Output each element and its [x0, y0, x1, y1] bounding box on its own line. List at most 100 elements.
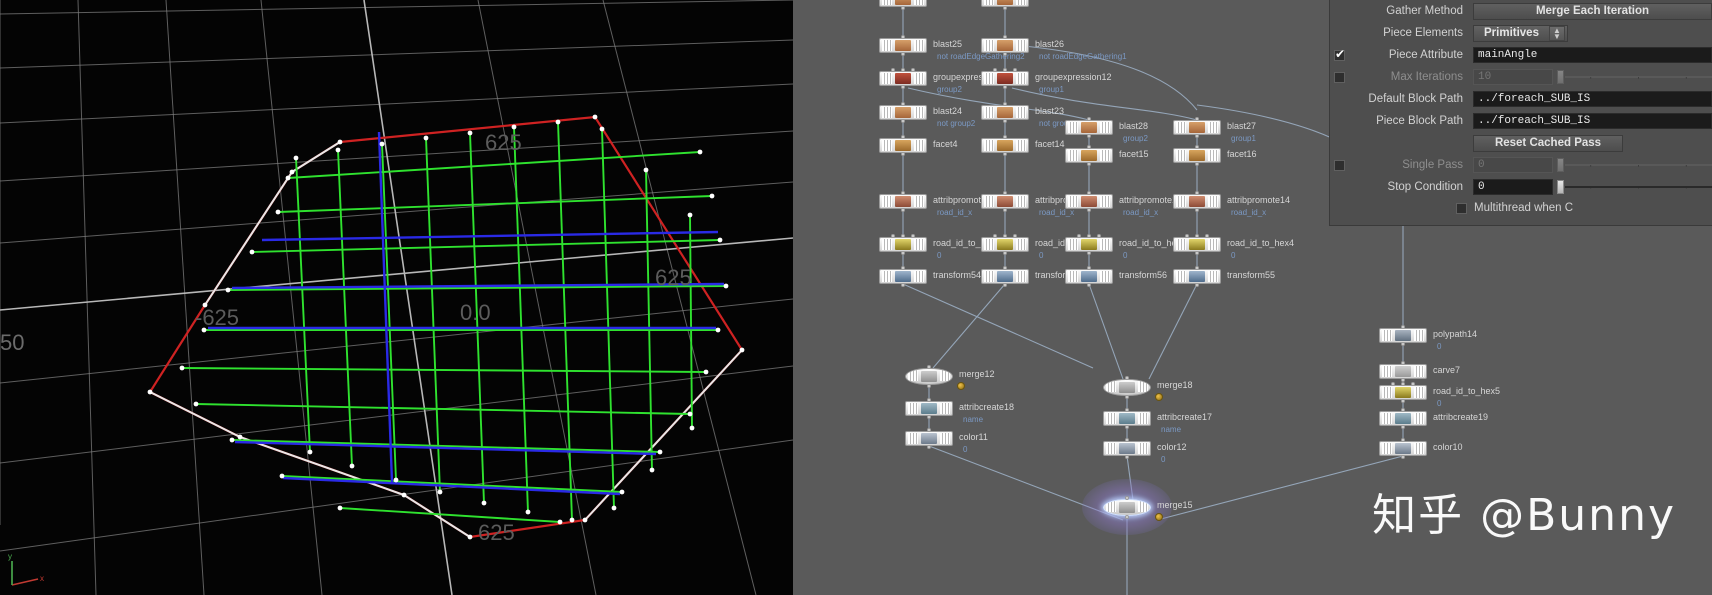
node-input-connector[interactable] — [1401, 361, 1405, 365]
multithread-row[interactable]: Multithread when C — [1330, 198, 1712, 218]
node-left-flags[interactable] — [882, 0, 892, 5]
node-output-connector[interactable] — [1195, 283, 1199, 287]
parm-field-single_pass[interactable]: 0 — [1473, 157, 1553, 173]
node-right-flags[interactable] — [1100, 122, 1110, 133]
node-attribcreate19[interactable]: attribcreate19 — [1379, 408, 1488, 429]
node-right-flags[interactable] — [1414, 330, 1424, 341]
node-input-connector[interactable] — [1401, 382, 1405, 386]
node-input-connector[interactable] — [901, 191, 905, 195]
node-left-flags[interactable] — [1068, 150, 1078, 161]
node-output-connector[interactable] — [1003, 251, 1007, 255]
node-output-connector[interactable] — [1401, 425, 1405, 429]
node-left-flags[interactable] — [984, 239, 994, 250]
node-groupexpression13[interactable]: groupexpression13 group2 — [879, 68, 1010, 94]
node-output-connector[interactable] — [901, 85, 905, 89]
node-left-flags[interactable] — [1068, 239, 1078, 250]
node-left-flags[interactable] — [1106, 413, 1116, 424]
node-right-flags[interactable] — [1208, 150, 1218, 161]
node-left-flags[interactable] — [984, 107, 994, 118]
node-body[interactable] — [1173, 194, 1221, 209]
parm-checkbox-single_pass[interactable] — [1334, 159, 1345, 171]
node-right-flags[interactable] — [1100, 196, 1110, 207]
node-input-connector[interactable] — [1087, 191, 1091, 195]
node-input-connector[interactable] — [901, 102, 905, 106]
node-right-flags[interactable] — [1016, 271, 1026, 282]
node-attribcreate18[interactable]: attribcreate18 name — [905, 398, 1014, 424]
node-body[interactable] — [1379, 364, 1427, 379]
node-output-connector[interactable] — [901, 52, 905, 56]
node-attribpromote12[interactable]: attribpromote12 road_id_x — [1065, 191, 1182, 217]
parm-row-stop_condition[interactable]: Stop Condition 0 ' ' ' — [1330, 176, 1712, 198]
chevron-updown-icon[interactable]: ▲ ▼ — [1548, 25, 1565, 41]
node-input-connector[interactable] — [927, 398, 931, 402]
node-output-connector[interactable] — [1195, 251, 1199, 255]
node-input-connector[interactable] — [911, 68, 915, 72]
node-merge12[interactable]: merge12 — [905, 365, 995, 390]
node-transform54[interactable]: transform54 — [879, 266, 981, 287]
node-blast27[interactable]: blast27 group1 — [1173, 117, 1256, 143]
node-input-connector[interactable] — [1401, 408, 1405, 412]
node-body[interactable] — [879, 138, 927, 153]
node-body[interactable] — [905, 401, 953, 416]
slider-handle[interactable] — [1557, 180, 1564, 194]
node-left-flags[interactable] — [1068, 271, 1078, 282]
node-output-connector[interactable] — [1087, 134, 1091, 138]
parm-button-reset_cached_pass[interactable]: Reset Cached Pass — [1473, 134, 1623, 152]
node-output-connector[interactable] — [901, 208, 905, 212]
node-warning-badge[interactable] — [1155, 513, 1163, 521]
node-output-connector[interactable] — [1003, 283, 1007, 287]
node-facet4[interactable]: facet4 — [879, 135, 958, 156]
node-input-connector[interactable] — [1003, 266, 1007, 270]
node-facet16[interactable]: facet16 — [1173, 145, 1257, 166]
node-output-connector[interactable] — [927, 415, 931, 419]
node-right-flags[interactable] — [1100, 239, 1110, 250]
parm-row-piece_elements[interactable]: Piece Elements Primitives ▲ ▼ — [1330, 22, 1712, 44]
node-output-connector[interactable] — [1125, 395, 1129, 399]
node-right-flags[interactable] — [1016, 0, 1026, 5]
node-left-flags[interactable] — [882, 140, 892, 151]
node-right-flags[interactable] — [940, 403, 950, 414]
node-left-flags[interactable] — [1382, 443, 1392, 454]
node-input-connector[interactable] — [891, 68, 895, 72]
node-output-connector[interactable] — [1087, 283, 1091, 287]
node-input-connector[interactable] — [1077, 234, 1081, 238]
node-right-flags[interactable] — [1208, 239, 1218, 250]
node-right-flags[interactable] — [1016, 239, 1026, 250]
parm-row-default_block_path[interactable]: Default Block Path ../foreach_SUB_IS — [1330, 88, 1712, 110]
node-blast23[interactable]: blast23 not group1 — [981, 102, 1077, 128]
node-right-flags[interactable] — [914, 140, 924, 151]
node-input-connector[interactable] — [901, 266, 905, 270]
node-input-connector[interactable] — [1125, 376, 1129, 380]
node-body[interactable] — [1103, 499, 1151, 516]
node-right-flags[interactable] — [1414, 387, 1424, 398]
parm-row-piece_attribute[interactable]: Piece Attribute mainAngle — [1330, 44, 1712, 66]
node-body[interactable] — [1065, 269, 1113, 284]
parm-field-max_iterations[interactable]: 10 — [1473, 69, 1553, 85]
node-output-connector[interactable] — [1003, 6, 1007, 10]
node-color11[interactable]: color11 0 — [905, 428, 988, 454]
node-input-connector[interactable] — [1391, 382, 1395, 386]
node-body[interactable] — [981, 237, 1029, 252]
node-left-flags[interactable] — [1106, 381, 1116, 392]
node-input-connector[interactable] — [1195, 191, 1199, 195]
node-right-flags[interactable] — [914, 271, 924, 282]
node-blast25[interactable]: blast25 not roadEdgeGathering2 — [879, 35, 1025, 61]
node-output-connector[interactable] — [1003, 52, 1007, 56]
node-body[interactable] — [1103, 379, 1151, 396]
node-left-flags[interactable] — [908, 370, 918, 381]
node-output-connector[interactable] — [901, 6, 905, 10]
node-left-flags[interactable] — [984, 271, 994, 282]
node-blast26[interactable]: blast26 not roadEdgeGathering1 — [981, 35, 1127, 61]
node-left-flags[interactable] — [984, 140, 994, 151]
node-output-connector[interactable] — [1087, 251, 1091, 255]
node-input-connector[interactable] — [1087, 117, 1091, 121]
node-right-flags[interactable] — [1100, 150, 1110, 161]
node-left-flags[interactable] — [882, 40, 892, 51]
node-input-connector[interactable] — [1401, 438, 1405, 442]
node-n_top2[interactable] — [981, 0, 1029, 10]
node-output-connector[interactable] — [1003, 119, 1007, 123]
node-output-connector[interactable] — [927, 384, 931, 388]
node-n_top1[interactable] — [879, 0, 927, 10]
node-attribcreate17[interactable]: attribcreate17 name — [1103, 408, 1212, 434]
node-polypath14[interactable]: polypath14 0 — [1379, 325, 1477, 351]
